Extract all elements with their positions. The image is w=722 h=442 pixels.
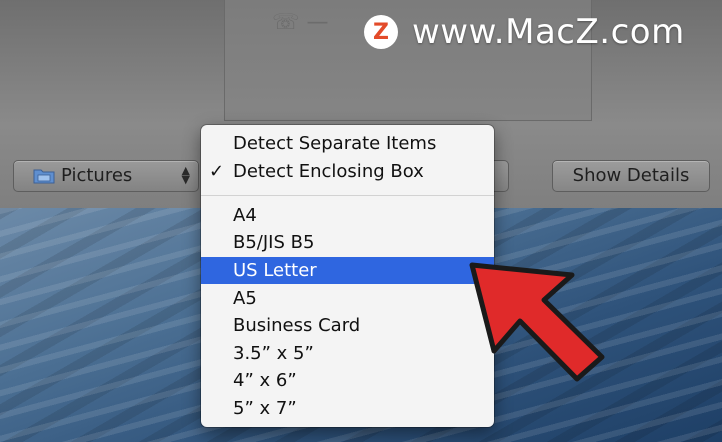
updown-chevron-icon: ▲ ▼ xyxy=(181,164,190,186)
menu-item-3-5x5[interactable]: 3.5” x 5” xyxy=(201,340,494,367)
watermark-logo: Z xyxy=(364,15,398,49)
red-arrow-icon xyxy=(469,262,605,382)
menu-item-detect-separate-items[interactable]: Detect Separate Items xyxy=(201,130,494,157)
menu-item-label: A4 xyxy=(233,205,257,226)
menu-item-a4[interactable]: A4 xyxy=(201,202,494,229)
menu-item-label: Detect Enclosing Box xyxy=(233,161,424,182)
preview-handset-icon: ☏ — xyxy=(272,10,329,35)
menu-item-label: US Letter xyxy=(233,260,317,281)
menu-item-detect-enclosing-box[interactable]: ✓ Detect Enclosing Box xyxy=(201,158,494,185)
destination-folder-select[interactable]: Pictures ▲ ▼ xyxy=(13,160,199,192)
menu-item-us-letter[interactable]: US Letter xyxy=(201,257,494,284)
watermark: Z www.MacZ.com xyxy=(364,12,685,52)
menu-item-label: A5 xyxy=(233,288,257,309)
menu-separator xyxy=(201,195,494,196)
menu-item-5x7[interactable]: 5” x 7” xyxy=(201,395,494,422)
menu-item-label: Detect Separate Items xyxy=(233,133,437,154)
menu-item-label: Business Card xyxy=(233,315,361,336)
size-dropdown-menu: Detect Separate Items ✓ Detect Enclosing… xyxy=(201,125,494,427)
folder-select-label: Pictures xyxy=(61,165,133,186)
checkmark-icon: ✓ xyxy=(209,161,225,182)
menu-item-label: 4” x 6” xyxy=(233,370,297,391)
watermark-text: www.MacZ.com xyxy=(412,12,685,52)
show-details-button[interactable]: Show Details xyxy=(552,160,710,192)
menu-item-label: 3.5” x 5” xyxy=(233,343,314,364)
menu-item-business-card[interactable]: Business Card xyxy=(201,312,494,339)
menu-item-label: 5” x 7” xyxy=(233,398,297,419)
menu-item-label: B5/JIS B5 xyxy=(233,232,315,253)
menu-item-b5-jis-b5[interactable]: B5/JIS B5 xyxy=(201,229,494,256)
menu-item-a5[interactable]: A5 xyxy=(201,285,494,312)
folder-icon xyxy=(33,169,55,184)
menu-item-4x6[interactable]: 4” x 6” xyxy=(201,367,494,394)
